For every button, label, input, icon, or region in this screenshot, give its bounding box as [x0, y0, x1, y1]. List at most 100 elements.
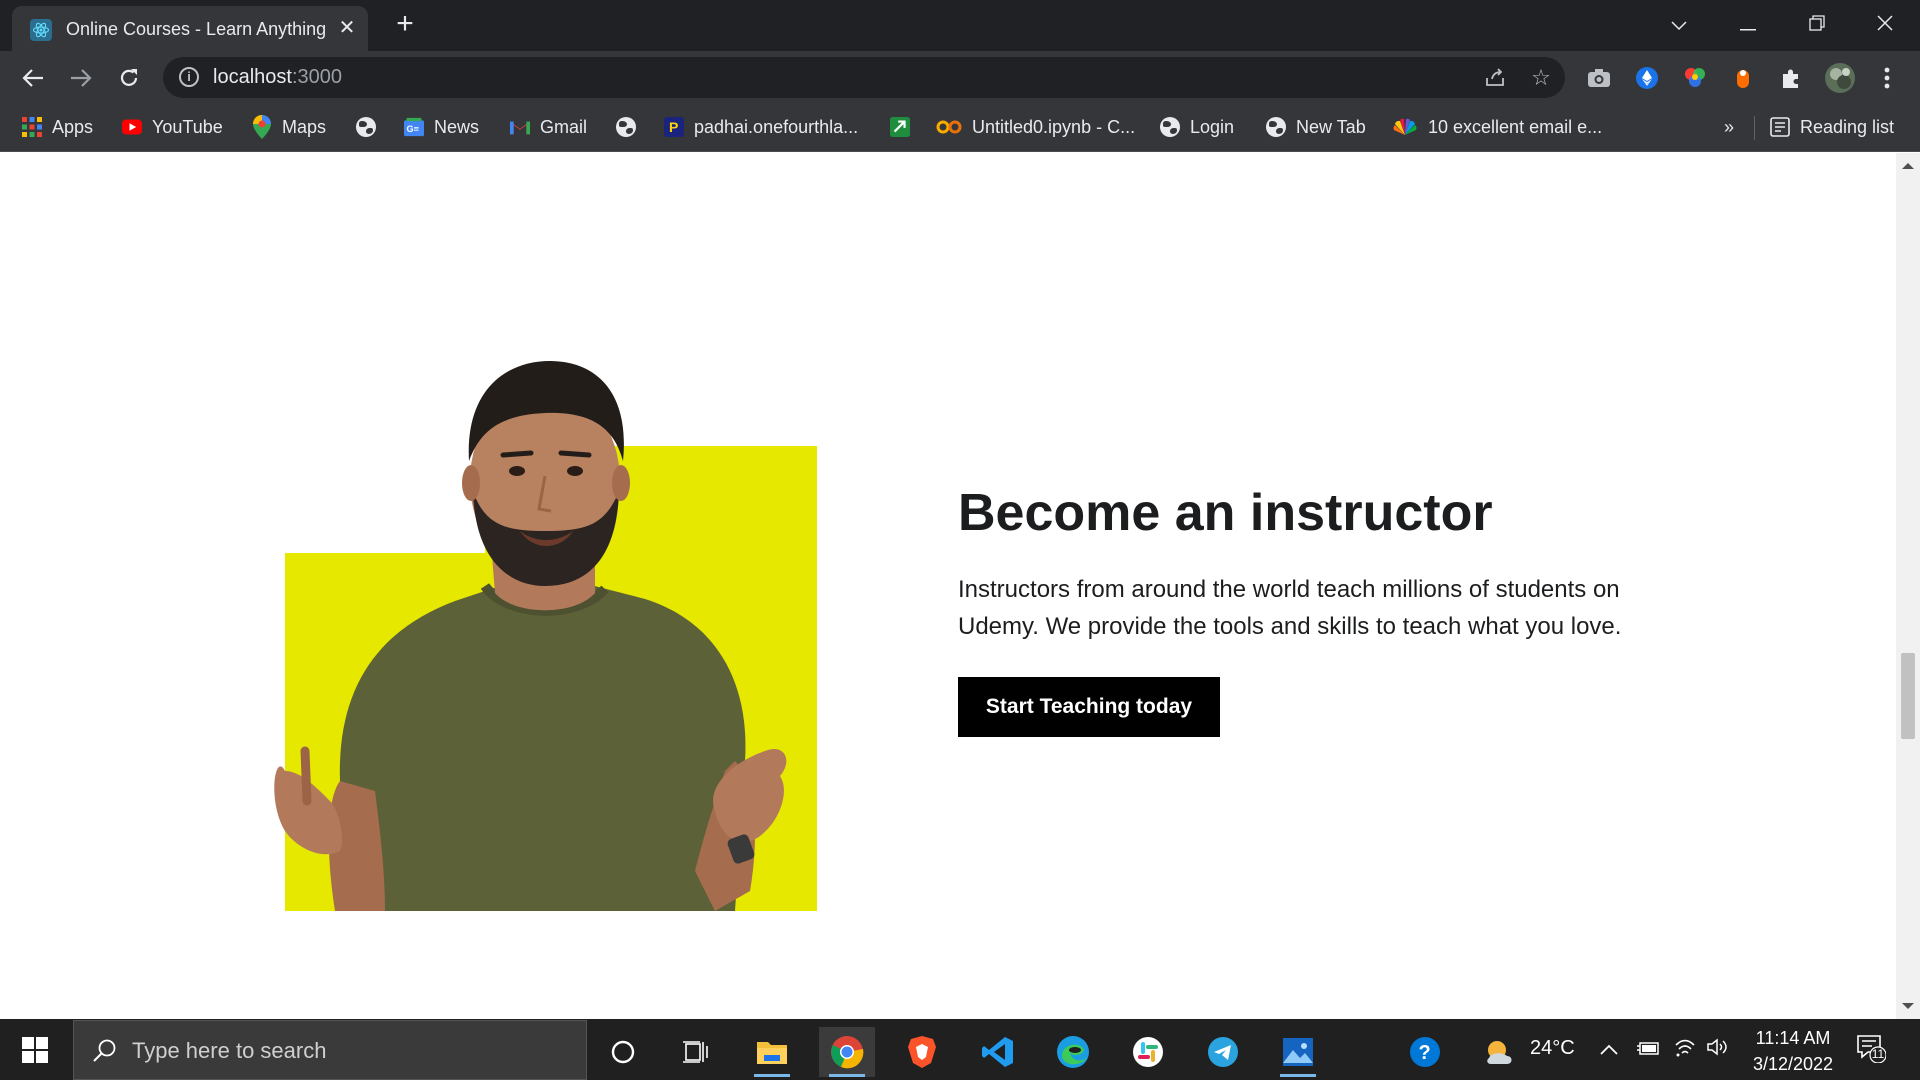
bookmark-star-icon[interactable]: ☆ — [1529, 66, 1553, 90]
active-tab[interactable]: Online Courses - Learn Anything ✕ — [12, 6, 368, 51]
app-running-indicator — [1280, 1074, 1316, 1077]
restore-icon[interactable] — [1797, 10, 1837, 40]
edge-icon[interactable] — [1045, 1027, 1101, 1077]
minimize-icon[interactable] — [1728, 10, 1768, 40]
google-news-icon: G≡ — [404, 117, 424, 137]
gmail-icon — [510, 117, 530, 137]
cortana-icon[interactable] — [595, 1027, 651, 1077]
honey-extension-icon[interactable] — [1730, 65, 1756, 91]
instructor-illustration — [274, 361, 787, 911]
windows-taskbar: Type here to search ? 24°C 11:14 AM 3/12… — [0, 1019, 1920, 1080]
task-view-icon[interactable] — [668, 1027, 724, 1077]
reading-list-label: Reading list — [1800, 116, 1895, 137]
bookmarks-divider — [1754, 116, 1755, 140]
chrome-menu-icon[interactable] — [1874, 65, 1900, 91]
start-teaching-button[interactable]: Start Teaching today — [958, 677, 1220, 737]
temperature-readout[interactable]: 24°C — [1530, 1037, 1575, 1060]
bookmark-label: News — [434, 116, 480, 137]
green-arrow-icon — [890, 117, 910, 137]
app-running-indicator — [829, 1074, 865, 1077]
new-tab-icon[interactable]: + — [390, 9, 420, 39]
react-icon — [30, 19, 52, 41]
clock-time: 11:14 AM — [1755, 1028, 1831, 1048]
scroll-down-icon[interactable] — [1902, 1003, 1914, 1009]
bookmark-colab[interactable]: Untitled0.ipynb - C... — [936, 114, 1135, 140]
share-icon[interactable] — [1483, 66, 1507, 90]
reading-list-icon — [1770, 117, 1790, 137]
bookmarks-overflow-chevron[interactable]: » — [1724, 114, 1734, 140]
search-placeholder: Type here to search — [132, 1038, 327, 1063]
svg-text:P: P — [669, 119, 678, 135]
windows-start-icon[interactable] — [22, 1037, 48, 1063]
bookmark-apps[interactable]: Apps — [22, 114, 93, 140]
slack-icon[interactable] — [1120, 1027, 1176, 1077]
close-tab-icon[interactable]: ✕ — [335, 16, 359, 40]
browser-tab-strip: Online Courses - Learn Anything ✕ + — [0, 0, 1920, 51]
reading-list-button[interactable]: Reading list — [1770, 114, 1894, 140]
notification-center-icon[interactable]: 11 — [1856, 1033, 1887, 1069]
forward-arrow-icon[interactable] — [64, 61, 98, 95]
youtube-icon — [122, 117, 142, 137]
file-explorer-icon[interactable] — [744, 1027, 800, 1077]
battery-icon[interactable] — [1636, 1039, 1660, 1062]
bookmark-globe-1[interactable] — [356, 114, 376, 140]
metamask-extension-icon[interactable] — [1634, 65, 1660, 91]
site-info-icon[interactable]: i — [179, 67, 199, 87]
address-bar[interactable]: i localhost:3000 ☆ — [163, 57, 1565, 98]
close-window-icon[interactable] — [1865, 10, 1905, 40]
apps-grid-icon — [22, 117, 42, 137]
color-picker-extension-icon[interactable] — [1682, 65, 1708, 91]
chrome-taskbar-icon[interactable] — [819, 1027, 875, 1077]
brave-icon[interactable] — [894, 1027, 950, 1077]
notification-count-badge: 11 — [1871, 1047, 1885, 1061]
vscode-icon[interactable] — [970, 1027, 1026, 1077]
extensions-puzzle-icon[interactable] — [1778, 65, 1804, 91]
colab-icon — [936, 117, 962, 137]
camera-extension-icon[interactable] — [1586, 65, 1612, 91]
bookmark-label: Gmail — [540, 116, 588, 137]
taskbar-search-input[interactable]: Type here to search — [73, 1020, 587, 1080]
bookmark-label: YouTube — [152, 116, 223, 137]
weather-sun-icon[interactable] — [1471, 1027, 1527, 1077]
system-clock[interactable]: 11:14 AM 3/12/2022 — [1738, 1025, 1848, 1077]
globe-icon — [1160, 117, 1180, 137]
reload-icon[interactable] — [112, 61, 146, 95]
page-title: Become an instructor — [958, 484, 1493, 542]
bookmark-youtube[interactable]: YouTube — [122, 114, 223, 140]
profile-avatar-icon[interactable] — [1824, 62, 1856, 94]
bookmark-maps[interactable]: Maps — [252, 114, 326, 140]
bookmark-login[interactable]: Login — [1160, 114, 1234, 140]
photos-icon[interactable] — [1270, 1027, 1326, 1077]
help-icon[interactable]: ? — [1397, 1027, 1453, 1077]
globe-icon — [616, 117, 636, 137]
bookmark-green-arrow[interactable] — [890, 114, 910, 140]
globe-icon — [1266, 117, 1286, 137]
bookmark-label: Apps — [52, 116, 94, 137]
bookmarks-bar: Apps YouTube Maps G≡ News Gmail P padhai… — [0, 104, 1920, 152]
bookmark-label: 10 excellent email e... — [1428, 116, 1603, 137]
bookmark-label: Login — [1190, 116, 1235, 137]
bookmark-news[interactable]: G≡ News — [404, 114, 479, 140]
back-arrow-icon[interactable] — [16, 61, 50, 95]
bookmark-email-article[interactable]: 10 excellent email e... — [1392, 114, 1602, 140]
page-viewport: Become an instructor Instructors from ar… — [0, 153, 1896, 1019]
scroll-up-icon[interactable] — [1902, 163, 1914, 169]
svg-text:?: ? — [1419, 1042, 1431, 1064]
tab-search-chevron-icon[interactable] — [1659, 10, 1699, 40]
nbc-peacock-icon — [1392, 117, 1418, 137]
bookmark-gmail[interactable]: Gmail — [510, 114, 587, 140]
bookmark-new-tab[interactable]: New Tab — [1266, 114, 1366, 140]
page-scrollbar[interactable] — [1896, 153, 1920, 1019]
bookmark-label: Maps — [282, 116, 327, 137]
instructor-description: Instructors from around the world teach … — [958, 576, 1622, 640]
bookmark-globe-2[interactable] — [616, 114, 636, 140]
bookmark-label: padhai.onefourthla... — [694, 116, 859, 137]
telegram-icon[interactable] — [1195, 1027, 1251, 1077]
bookmark-padhai[interactable]: P padhai.onefourthla... — [664, 114, 858, 140]
volume-icon[interactable] — [1706, 1037, 1728, 1063]
padhai-icon: P — [664, 117, 684, 137]
wifi-icon[interactable] — [1674, 1037, 1696, 1063]
show-hidden-icons-chevron[interactable] — [1600, 1039, 1618, 1062]
scrollbar-thumb[interactable] — [1901, 653, 1915, 739]
url-text[interactable]: localhost:3000 — [213, 66, 342, 89]
